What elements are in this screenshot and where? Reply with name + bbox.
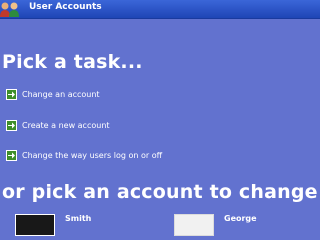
- main-panel: Pick a task... Change an account Create …: [0, 18, 320, 240]
- task-label: Create a new account: [22, 120, 110, 130]
- account-name: Smith: [65, 214, 92, 223]
- account-name: George: [224, 214, 257, 223]
- green-arrow-icon: [6, 149, 17, 161]
- window-title: User Accounts: [29, 2, 102, 12]
- users-icon: [0, 1, 22, 17]
- task-create-account[interactable]: Create a new account: [6, 119, 110, 131]
- task-change-account[interactable]: Change an account: [6, 88, 100, 100]
- title-bar: User Accounts: [0, 0, 320, 19]
- task-change-logon[interactable]: Change the way users log on or off: [6, 149, 162, 161]
- account-picture: [15, 214, 55, 236]
- green-arrow-icon: [6, 88, 17, 100]
- task-label: Change an account: [22, 89, 100, 99]
- green-arrow-icon: [6, 119, 17, 131]
- pick-account-heading: or pick an account to change: [2, 181, 318, 203]
- account-picture: [174, 214, 214, 236]
- task-label: Change the way users log on or off: [22, 150, 163, 160]
- pick-task-heading: Pick a task...: [2, 51, 143, 73]
